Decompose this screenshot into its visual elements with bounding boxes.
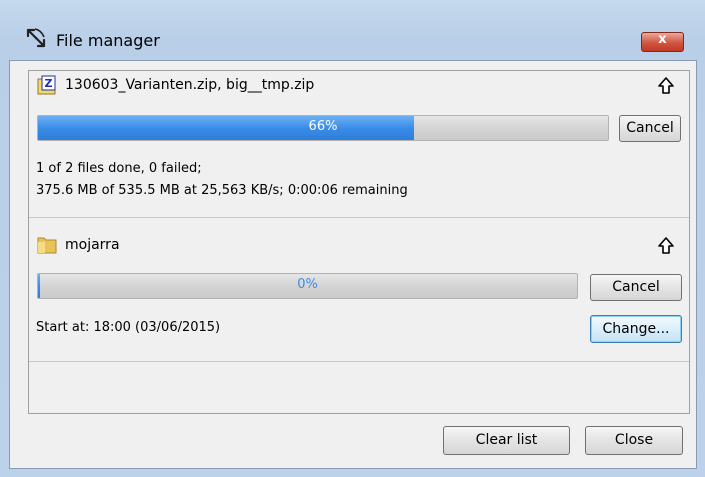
cancel-button[interactable]: Cancel — [619, 115, 681, 142]
move-up-icon[interactable] — [657, 236, 675, 256]
item-divider — [29, 361, 689, 362]
transfer-name: mojarra — [65, 237, 120, 253]
item-divider — [29, 217, 689, 218]
close-button[interactable]: Close — [585, 426, 683, 455]
svg-text:Z: Z — [45, 77, 53, 90]
transfer-progress-bar: 66% — [37, 115, 609, 141]
progress-percent: 66% — [308, 119, 338, 134]
status-summary: 1 of 2 files done, 0 failed; — [36, 161, 202, 176]
status-details: 375.6 MB of 535.5 MB at 25,563 KB/s; 0:0… — [36, 183, 408, 198]
transfer-progress-bar: 0% — [37, 273, 578, 299]
window-close-button[interactable]: x — [641, 32, 684, 52]
transfer-icon — [26, 28, 46, 48]
zip-file-icon: Z — [37, 75, 56, 95]
clear-list-button[interactable]: Clear list — [443, 426, 570, 455]
close-icon: x — [658, 32, 667, 47]
title-bar[interactable]: File manager x — [0, 0, 705, 52]
folder-icon — [37, 237, 57, 254]
window-title: File manager — [56, 31, 160, 50]
move-up-icon[interactable] — [657, 76, 675, 96]
change-schedule-button[interactable]: Change... — [590, 315, 682, 343]
transfer-list[interactable]: Z 130603_Varianten.zip, big__tmp.zip 66%… — [28, 70, 690, 414]
client-area: Z 130603_Varianten.zip, big__tmp.zip 66%… — [9, 60, 697, 469]
transfer-name: 130603_Varianten.zip, big__tmp.zip — [65, 77, 315, 93]
progress-percent: 0% — [297, 277, 318, 292]
scheduled-start: Start at: 18:00 (03/06/2015) — [36, 320, 221, 335]
file-manager-window: File manager x Z 130603_Varianten.zip, b… — [0, 0, 705, 477]
cancel-button[interactable]: Cancel — [590, 274, 682, 301]
